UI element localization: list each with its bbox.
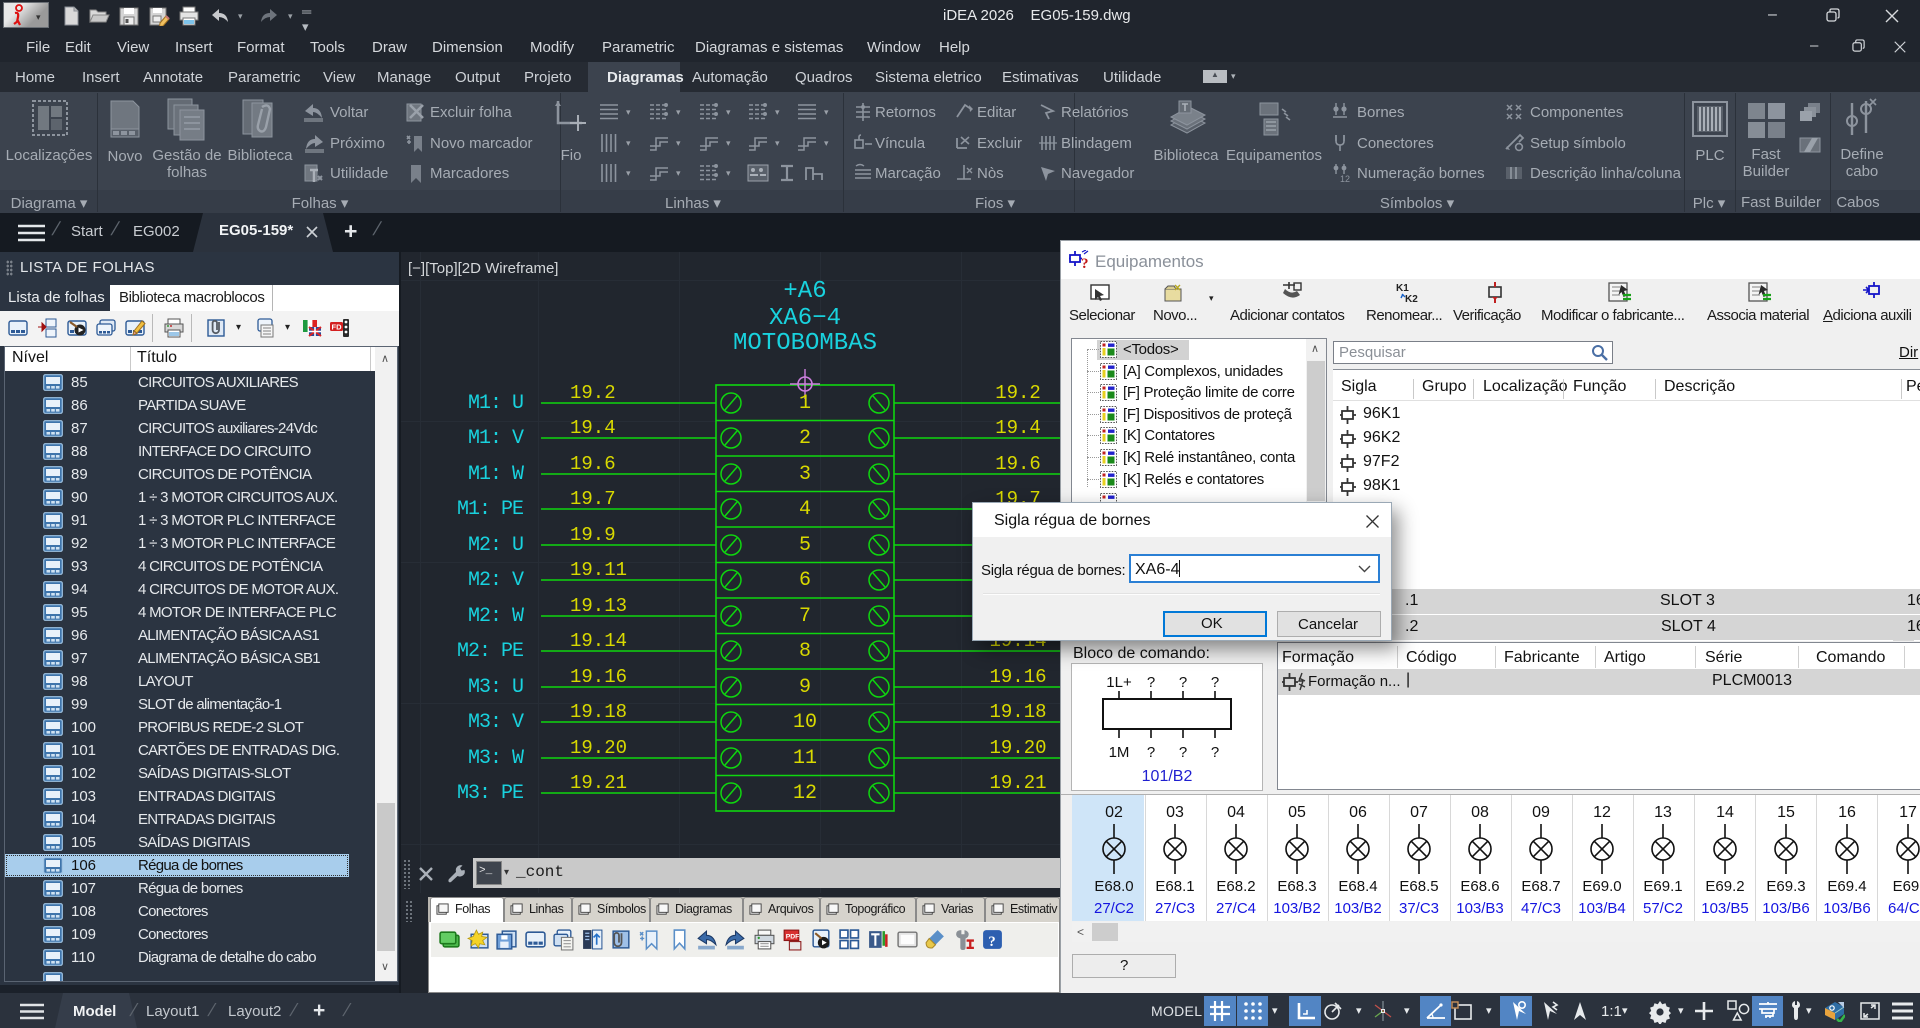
svg-text:1M: 1M bbox=[1109, 744, 1130, 761]
svg-text:?: ? bbox=[1211, 674, 1219, 691]
svg-text:?: ? bbox=[1211, 744, 1219, 761]
svg-text:1L+: 1L+ bbox=[1106, 674, 1132, 691]
svg-text:PDF: PDF bbox=[786, 933, 800, 940]
svg-text:?: ? bbox=[1147, 674, 1155, 691]
svg-text:?: ? bbox=[988, 934, 995, 950]
svg-text:K1: K1 bbox=[1396, 283, 1409, 294]
svg-text:?: ? bbox=[1179, 674, 1187, 691]
svg-text:?: ? bbox=[1081, 256, 1089, 272]
svg-text:K2: K2 bbox=[1405, 294, 1418, 305]
svg-text:?: ? bbox=[1147, 744, 1155, 761]
svg-text:?: ? bbox=[1179, 744, 1187, 761]
svg-text:12: 12 bbox=[1340, 174, 1350, 184]
svg-text:FD: FD bbox=[332, 323, 343, 332]
svg-text:101/B2: 101/B2 bbox=[1142, 768, 1193, 785]
